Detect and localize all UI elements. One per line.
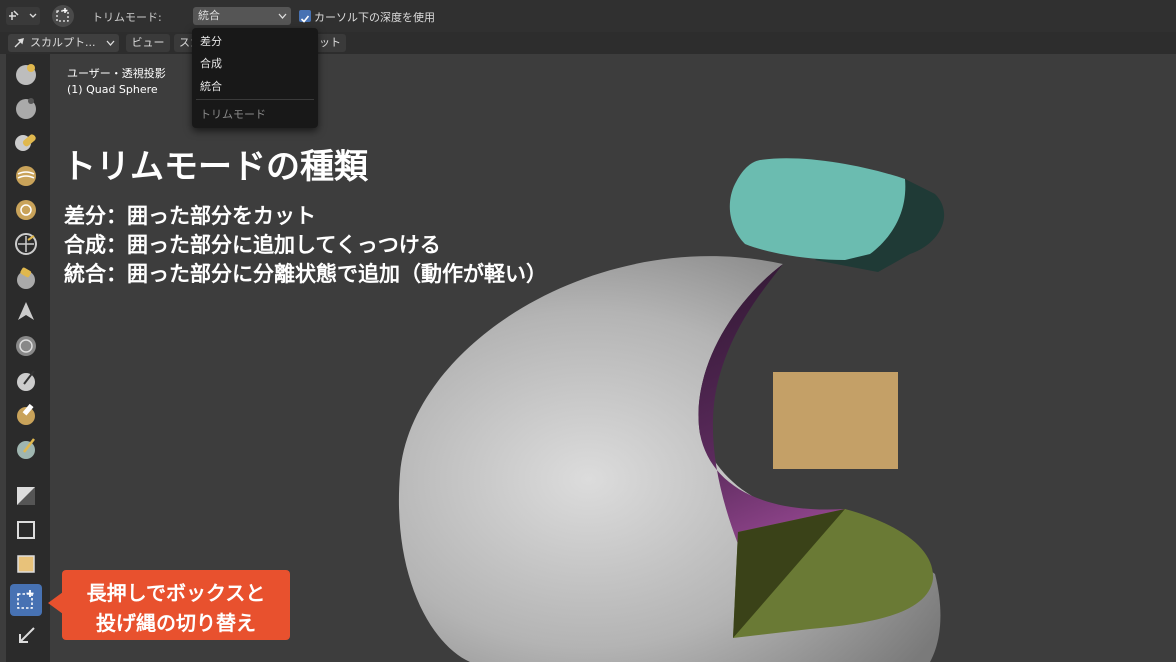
snake-hook-icon xyxy=(15,233,37,255)
dropdown-title: トリムモード xyxy=(200,108,266,121)
tool-box-mask[interactable] xyxy=(10,480,42,512)
mode-select-label: スカルプト... xyxy=(30,36,96,49)
chevron-down-icon xyxy=(278,13,287,19)
tool-elastic[interactable] xyxy=(10,330,42,362)
tool-pinch[interactable] xyxy=(10,296,42,328)
box-mask-icon xyxy=(17,487,35,505)
tool-scrape[interactable] xyxy=(10,262,42,294)
cursor-depth-checkbox[interactable] xyxy=(299,10,311,23)
tool-draw-sharp[interactable] xyxy=(10,92,42,124)
line-project-icon xyxy=(19,627,35,643)
cursor-depth-label: カーソル下の深度を使用 xyxy=(314,11,435,24)
callout-line-2: 投げ縄の切り替え xyxy=(96,611,256,635)
trim-mode-label: トリムモード: xyxy=(92,11,162,24)
checkmark-icon xyxy=(300,15,310,23)
smooth-icon xyxy=(17,438,35,459)
draw-brush-icon xyxy=(16,64,36,85)
grab-icon xyxy=(17,370,35,391)
trim-tool-icon[interactable] xyxy=(50,4,76,28)
dropdown-divider xyxy=(196,99,314,100)
view-menu[interactable]: ビュー xyxy=(126,34,170,52)
tool-line-project[interactable] xyxy=(10,620,42,652)
tool-inflate[interactable] xyxy=(10,194,42,226)
editor-type-icon xyxy=(9,10,37,20)
box-hide-icon xyxy=(17,521,35,539)
annotation-line: 統合：囲った部分に分離状態で追加（動作が軽い） xyxy=(64,262,547,286)
scrape-icon xyxy=(17,267,35,289)
tool-draw[interactable] xyxy=(10,58,42,90)
callout-line-1: 長押しでボックスと xyxy=(86,581,266,605)
mode-select[interactable]: スカルプト... xyxy=(8,34,119,52)
callout-arrow xyxy=(48,592,63,614)
brush-icon xyxy=(14,38,24,48)
cyan-trim-shape xyxy=(729,158,906,260)
tool-box-hide[interactable] xyxy=(10,514,42,546)
dropdown-item-join[interactable]: 統合 xyxy=(200,78,222,94)
annotation-line: 合成：囲った部分に追加してくっつける xyxy=(64,233,441,257)
editor-type-button[interactable] xyxy=(6,7,40,25)
annotation-line: 差分：囲った部分をカット xyxy=(64,204,316,228)
box-trim-icon xyxy=(17,590,34,609)
tool-mask-brush[interactable] xyxy=(10,398,42,430)
tan-trim-square xyxy=(773,372,898,469)
pinch-icon xyxy=(18,302,34,320)
dropdown-item-union[interactable]: 合成 xyxy=(200,55,222,71)
tool-clay[interactable] xyxy=(10,126,42,158)
viewport-object-name: (1) Quad Sphere xyxy=(67,83,158,96)
viewport-header: スカルプト... ビュー スカ マス セット xyxy=(0,32,1176,54)
tool-grab[interactable] xyxy=(10,364,42,396)
dropdown-item-difference[interactable]: 差分 xyxy=(200,33,222,49)
tool-settings-header: トリムモード: 統合 カーソル下の深度を使用 xyxy=(0,0,1176,32)
tool-layer[interactable] xyxy=(10,160,42,192)
tool-shelf xyxy=(6,54,50,662)
annotation-title: トリムモードの種類 xyxy=(62,147,368,187)
tool-box-trim[interactable] xyxy=(10,584,42,616)
clay-icon xyxy=(15,134,36,151)
chevron-down-icon xyxy=(106,40,115,46)
tool-box-face-set[interactable] xyxy=(10,548,42,580)
tool-snake-hook[interactable] xyxy=(10,228,42,260)
view-menu-label: ビュー xyxy=(131,36,165,49)
trim-mode-dropdown: 差分 合成 統合 トリムモード xyxy=(192,28,318,128)
box-face-set-icon xyxy=(17,555,35,573)
elastic-icon xyxy=(16,336,36,356)
mask-brush-icon xyxy=(17,403,35,425)
callout-box: 長押しでボックスと 投げ縄の切り替え xyxy=(62,570,290,640)
tool-smooth[interactable] xyxy=(10,432,42,464)
inflate-icon xyxy=(16,200,36,220)
trim-mode-select[interactable]: 統合 xyxy=(193,7,291,25)
draw-sharp-icon xyxy=(16,98,36,119)
trim-mode-value: 統合 xyxy=(198,9,220,22)
layer-icon xyxy=(16,166,36,186)
viewport-view-name: ユーザー・透視投影 xyxy=(67,67,166,80)
